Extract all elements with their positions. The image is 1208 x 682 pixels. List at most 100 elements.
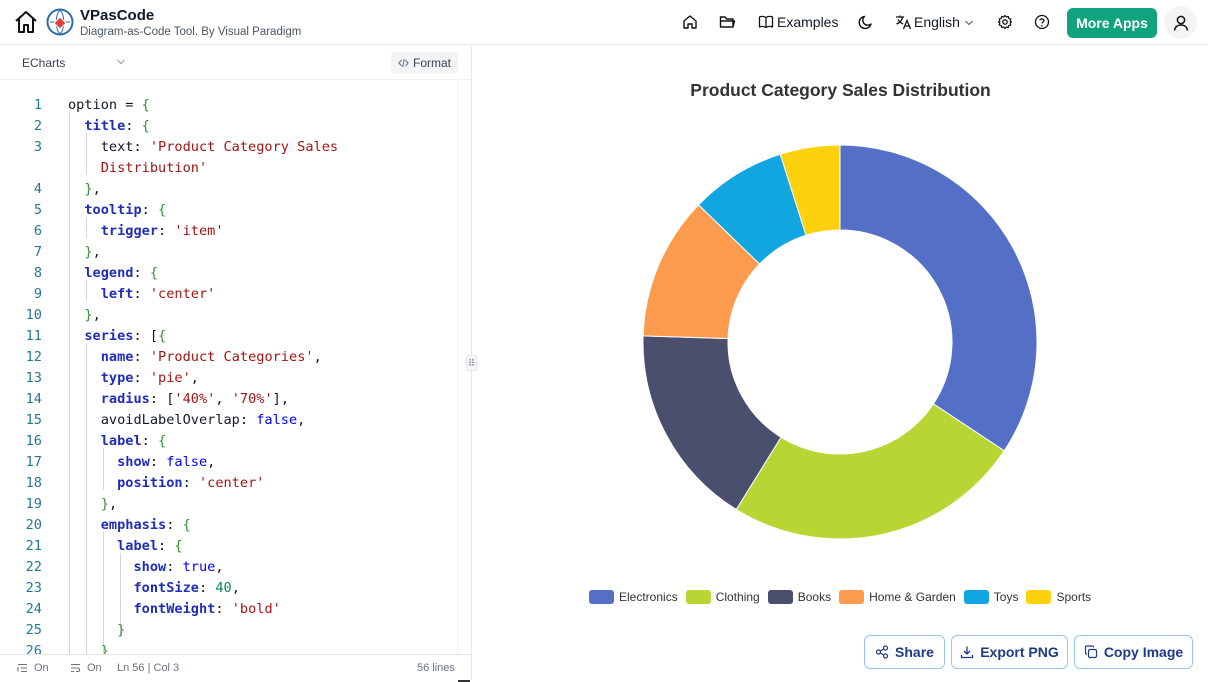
legend-label: Electronics bbox=[619, 590, 678, 604]
legend-swatch bbox=[839, 590, 865, 604]
code-text: radius: ['40%', '70%'], bbox=[100, 391, 290, 407]
home-icon bbox=[683, 15, 697, 29]
legend-item[interactable]: Toys bbox=[963, 590, 1019, 604]
help-button[interactable] bbox=[1032, 12, 1052, 32]
code-text: emphasis: { bbox=[100, 517, 191, 533]
code-line: 24 fontWeight: 'bold' bbox=[0, 599, 457, 620]
code-line: 23 fontSize: 40, bbox=[0, 578, 457, 599]
format-button[interactable]: Format bbox=[391, 52, 458, 74]
code-text: tooltip: { bbox=[84, 202, 167, 218]
editor-toolbar: ECharts Format bbox=[0, 46, 471, 80]
code-line: 21 label: { bbox=[0, 536, 457, 557]
pie-slice-electronics[interactable] bbox=[839, 144, 1038, 452]
code-line: 26 } bbox=[0, 641, 457, 654]
code-line: 3 text: 'Product Category Sales bbox=[0, 137, 457, 158]
legend-label: Home & Garden bbox=[869, 590, 956, 604]
pie-slice-clothing[interactable] bbox=[735, 403, 1005, 540]
code-line: Distribution' bbox=[0, 158, 457, 179]
code-editor-panel: ECharts Format 1 option = {2 title: {3 te… bbox=[0, 46, 472, 682]
translate-icon bbox=[895, 15, 911, 30]
code-text: avoidLabelOverlap: false, bbox=[68, 412, 306, 428]
app-tagline: Diagram-as-Code Tool. By Visual Paradigm bbox=[80, 26, 302, 38]
chevron-down-icon bbox=[965, 20, 973, 26]
theme-toggle-button[interactable] bbox=[856, 12, 876, 32]
user-menu-button[interactable] bbox=[1164, 6, 1197, 39]
code-line: 10 }, bbox=[0, 305, 457, 326]
user-icon bbox=[1173, 15, 1188, 31]
examples-book-icon-wrap[interactable] bbox=[756, 12, 776, 32]
code-line: 16 label: { bbox=[0, 431, 457, 452]
legend-swatch bbox=[963, 590, 989, 604]
code-text: label: { bbox=[117, 538, 183, 554]
donut-chart bbox=[642, 144, 1038, 540]
minimap-status[interactable]: On bbox=[87, 662, 102, 674]
line-number: 12 bbox=[25, 349, 42, 365]
code-line: 4 }, bbox=[0, 179, 457, 200]
app-name: VPasCode bbox=[80, 7, 155, 24]
code-line: 20 emphasis: { bbox=[0, 515, 457, 536]
legend-item[interactable]: Electronics bbox=[589, 590, 678, 604]
export-png-label: Export PNG bbox=[980, 644, 1059, 660]
line-number: 14 bbox=[25, 391, 42, 407]
diagram-type-select[interactable]: ECharts bbox=[22, 56, 65, 70]
code-text: Distribution' bbox=[100, 160, 208, 176]
language-icon-wrap[interactable] bbox=[893, 12, 913, 32]
code-text: }, bbox=[84, 307, 101, 323]
code-text: }, bbox=[100, 496, 118, 512]
code-text: legend: { bbox=[84, 265, 159, 281]
code-text: }, bbox=[84, 244, 101, 260]
line-number: 6 bbox=[33, 223, 42, 239]
diagram-preview-panel: Product Category Sales Distribution Elec… bbox=[473, 46, 1208, 680]
word-wrap-icon[interactable] bbox=[17, 663, 28, 673]
legend-label: Toys bbox=[993, 590, 1019, 604]
code-line: 13 type: 'pie', bbox=[0, 368, 457, 389]
code-line: 18 position: 'center' bbox=[0, 473, 457, 494]
line-number: 21 bbox=[25, 538, 42, 554]
line-number: 11 bbox=[25, 328, 42, 344]
line-number: 7 bbox=[33, 244, 42, 260]
code-text: name: 'Product Categories', bbox=[100, 349, 322, 365]
code-text-area[interactable]: 1 option = {2 title: {3 text: 'Product Ca… bbox=[0, 81, 457, 654]
code-text: label: { bbox=[100, 433, 167, 449]
folder-icon bbox=[719, 16, 735, 28]
legend-item[interactable]: Books bbox=[767, 590, 831, 604]
legend-label: Sports bbox=[1056, 590, 1092, 604]
settings-button[interactable] bbox=[995, 12, 1015, 32]
more-apps-button[interactable]: More Apps bbox=[1067, 8, 1157, 38]
line-number: 8 bbox=[33, 265, 42, 281]
code-line: 12 name: 'Product Categories', bbox=[0, 347, 457, 368]
legend-item[interactable]: Clothing bbox=[685, 590, 760, 604]
legend-item[interactable]: Home & Garden bbox=[839, 590, 956, 604]
line-number: 20 bbox=[25, 517, 42, 533]
gear-icon bbox=[997, 14, 1013, 30]
home-button[interactable] bbox=[13, 9, 39, 35]
code-line: 8 legend: { bbox=[0, 263, 457, 284]
language-select[interactable]: English bbox=[914, 14, 960, 30]
copy-image-label: Copy Image bbox=[1103, 644, 1184, 660]
wrap-lines-icon[interactable] bbox=[70, 663, 81, 673]
nav-home-button[interactable] bbox=[680, 12, 700, 32]
line-count: 56 lines bbox=[417, 662, 455, 674]
export-png-button[interactable]: Export PNG bbox=[951, 635, 1068, 669]
code-line: 25 } bbox=[0, 620, 457, 641]
line-number: 24 bbox=[25, 601, 42, 617]
share-button[interactable]: Share bbox=[864, 635, 945, 669]
legend-item[interactable]: Sports bbox=[1026, 590, 1091, 604]
line-number: 2 bbox=[33, 118, 42, 134]
line-number: 3 bbox=[33, 139, 42, 155]
code-text: option = { bbox=[68, 97, 150, 113]
line-number: 17 bbox=[25, 454, 42, 470]
code-text: type: 'pie', bbox=[100, 370, 199, 386]
moon-icon bbox=[858, 15, 872, 30]
legend-swatch bbox=[767, 590, 793, 604]
code-text: series: [{ bbox=[84, 328, 167, 344]
line-number: 16 bbox=[25, 433, 42, 449]
share-icon bbox=[875, 645, 889, 659]
code-icon bbox=[398, 58, 409, 68]
open-folder-button[interactable] bbox=[717, 12, 737, 32]
word-wrap-status[interactable]: On bbox=[34, 662, 49, 674]
code-line: 1 option = { bbox=[0, 95, 457, 116]
copy-image-button[interactable]: Copy Image bbox=[1074, 635, 1193, 669]
code-line: 14 radius: ['40%', '70%'], bbox=[0, 389, 457, 410]
examples-link[interactable]: Examples bbox=[777, 14, 838, 30]
